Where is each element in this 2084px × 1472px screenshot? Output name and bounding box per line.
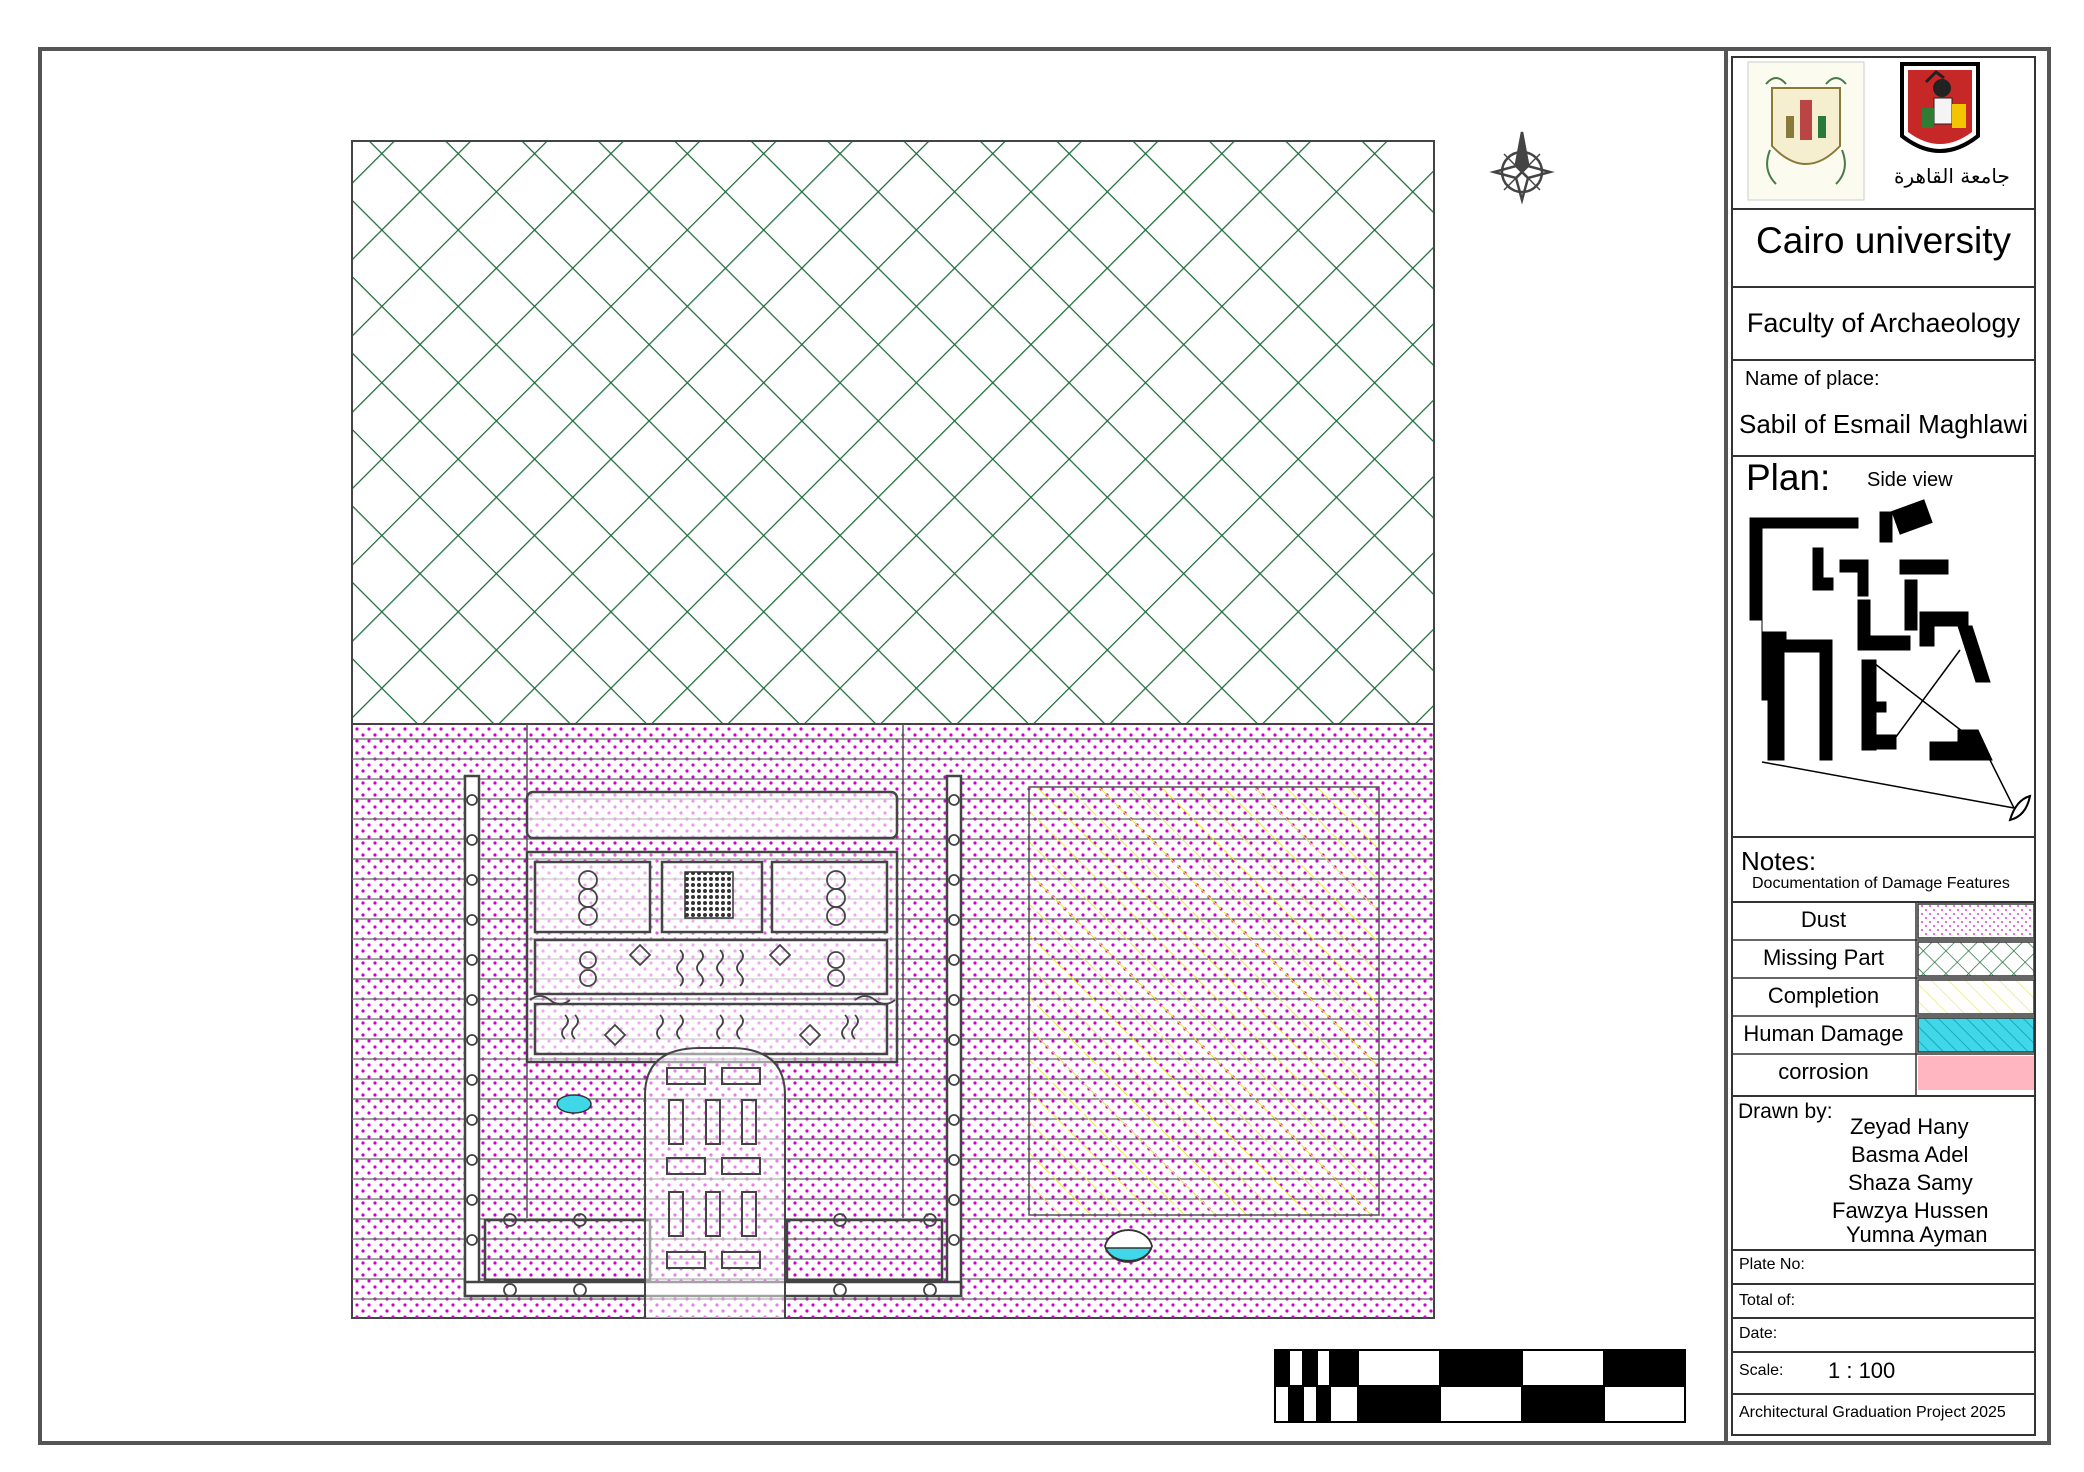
drawn-by-name: Basma Adel bbox=[1851, 1142, 1969, 1167]
drawing-sheet: Cairo university Faculty of Archaeology … bbox=[0, 0, 2084, 1472]
view-label: Side view bbox=[1867, 469, 1953, 491]
project-caption: Architectural Graduation Project 2025 bbox=[1739, 1404, 2006, 1421]
legend-label-dust: Dust bbox=[1800, 907, 1847, 932]
total-of-label: Total of: bbox=[1739, 1292, 1796, 1309]
date-label: Date: bbox=[1739, 1325, 1778, 1342]
scale-bar bbox=[1274, 1349, 1686, 1423]
plate-no-label: Plate No: bbox=[1739, 1256, 1805, 1273]
faculty-crest bbox=[1747, 61, 1865, 201]
notes-text: Documentation of Damage Features bbox=[1752, 875, 2010, 892]
human-damage-spot-1 bbox=[556, 1094, 592, 1114]
drawn-by-name: Shaza Samy bbox=[1848, 1170, 1973, 1195]
scale-value: 1 : 100 bbox=[1828, 1358, 1896, 1383]
drawn-by-label: Drawn by: bbox=[1738, 1100, 1833, 1123]
drawn-by-name: Zeyad Hany bbox=[1850, 1114, 1969, 1139]
legend-label-completion: Completion bbox=[1767, 983, 1880, 1008]
cairo-university-emblem bbox=[1900, 62, 1980, 153]
door bbox=[644, 1047, 786, 1318]
window-grille bbox=[684, 871, 734, 919]
drawn-by-name: Fawzya Hussen bbox=[1832, 1198, 1989, 1223]
missing-part-area bbox=[351, 140, 1435, 725]
drawn-by-name: Yumna Ayman bbox=[1846, 1222, 1988, 1247]
place-name: Sabil of Esmail Maghlawi bbox=[1738, 409, 2028, 439]
plan-thumbnail bbox=[1749, 499, 2032, 822]
human-damage-spot-2 bbox=[1104, 1229, 1153, 1263]
north-arrow-icon bbox=[1489, 131, 1555, 205]
plan-label: Plan: bbox=[1746, 457, 1831, 498]
legend-label-human-damage: Human Damage bbox=[1743, 1021, 1904, 1046]
emblem-caption: جامعة القاهرة bbox=[1894, 164, 2010, 188]
notes-label: Notes: bbox=[1741, 846, 1817, 876]
scale-label: Scale: bbox=[1739, 1362, 1784, 1379]
university-title: Cairo university bbox=[1756, 220, 2011, 261]
completion-area bbox=[1028, 786, 1380, 1216]
legend-label-corrosion: corrosion bbox=[1778, 1059, 1869, 1084]
legend-swatches bbox=[1917, 903, 2035, 1090]
faculty-title: Faculty of Archaeology bbox=[1746, 308, 2021, 338]
place-name-label: Name of place: bbox=[1745, 368, 1880, 390]
legend-label-missing: Missing Part bbox=[1762, 945, 1885, 970]
